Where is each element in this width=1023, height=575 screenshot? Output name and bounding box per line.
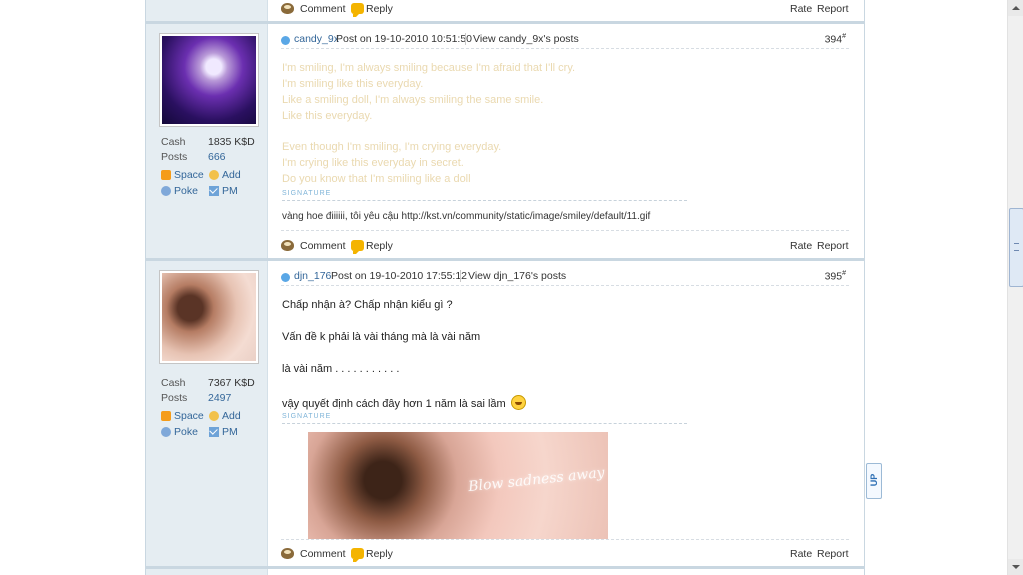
signature-image-caption: Blow sadness away [467, 464, 606, 496]
add-friend-icon [209, 411, 219, 421]
rate-link[interactable]: Rate [790, 546, 812, 562]
post-text-line: I'm smiling like this everyday. [282, 78, 424, 90]
poke-link[interactable]: Poke [161, 425, 198, 439]
cash-label: Cash [161, 377, 186, 389]
smiley-icon [510, 395, 526, 410]
post-floor-number[interactable]: 395# [825, 270, 846, 283]
post-floor-number[interactable]: 394# [825, 33, 846, 46]
poke-icon [161, 427, 171, 437]
post-text-line: I'm crying like this everyday in secret. [282, 157, 464, 169]
reply-link[interactable]: Reply [366, 238, 393, 254]
post-text-line: Do you know that I'm smiling like a doll [282, 173, 471, 185]
post-time: Post on 19-10-2010 17:55:12 [331, 270, 468, 282]
post-separator [146, 21, 864, 24]
reply-link[interactable]: Reply [366, 1, 393, 17]
posts-label: Posts [161, 151, 188, 163]
home-icon [161, 411, 171, 421]
post-header: djn_176 Post on 19-10-2010 17:55:12 View… [281, 269, 849, 286]
scroll-down-arrow-icon[interactable] [1008, 559, 1023, 575]
signature-text: vàng hoe điiiiii, tôi yêu cậu http://kst… [282, 211, 651, 222]
online-status-icon [281, 36, 290, 45]
posts-label: Posts [161, 392, 188, 404]
post-text-line: Chấp nhận à? Chấp nhận kiểu gì ? [282, 299, 453, 311]
view-author-posts-link[interactable]: View candy_9x's posts [465, 33, 579, 45]
divider [281, 539, 849, 540]
post-text-line: Like this everyday. [282, 110, 373, 122]
report-link[interactable]: Report [817, 546, 849, 562]
author-name[interactable]: candy_9x [294, 33, 339, 45]
cash-value: 1835 K$D [208, 136, 255, 148]
pm-link[interactable]: PM [209, 425, 238, 439]
rate-link[interactable]: Rate [790, 1, 812, 17]
poke-icon [161, 186, 171, 196]
reply-link[interactable]: Reply [366, 546, 393, 562]
scrollbar-thumb[interactable] [1009, 208, 1023, 287]
mail-icon [209, 427, 219, 437]
vertical-scrollbar[interactable] [1007, 0, 1023, 575]
post-separator [146, 566, 864, 569]
add-friend-link[interactable]: Add [209, 409, 241, 423]
post-separator [146, 258, 864, 261]
signature-divider: SIGNATURE [282, 190, 687, 201]
comment-link[interactable]: Comment [300, 546, 346, 562]
mail-icon [209, 186, 219, 196]
reply-icon [351, 240, 364, 254]
cash-label: Cash [161, 136, 186, 148]
post-text-line: I'm smiling, I'm always smiling because … [282, 62, 576, 74]
add-friend-link[interactable]: Add [209, 168, 241, 182]
posts-count[interactable]: 2497 [208, 392, 231, 404]
comment-icon [281, 240, 294, 251]
report-link[interactable]: Report [817, 1, 849, 17]
report-link[interactable]: Report [817, 238, 849, 254]
pm-link[interactable]: PM [209, 184, 238, 198]
reply-icon [351, 3, 364, 17]
scroll-up-arrow-icon[interactable] [1008, 0, 1023, 16]
post-text-line: vậy quyết định cách đây hơn 1 năm là sai… [282, 395, 526, 410]
avatar[interactable] [159, 33, 259, 127]
post-text-line: Even though I'm smiling, I'm crying ever… [282, 141, 502, 153]
space-link[interactable]: Space [161, 168, 204, 182]
signature-label: SIGNATURE [282, 413, 335, 420]
post-text-line: Like a smiling doll, I'm always smiling … [282, 94, 544, 106]
poke-link[interactable]: Poke [161, 184, 198, 198]
post-time: Post on 19-10-2010 10:51:50 [336, 33, 473, 45]
post-actions: Comment Reply Rate Report [281, 546, 849, 562]
signature-divider: SIGNATURE [282, 413, 687, 424]
post-actions-prev: Comment Reply Rate Report [281, 1, 849, 17]
comment-icon [281, 3, 294, 14]
posts-count[interactable]: 666 [208, 151, 226, 163]
signature-image: Blow sadness away [308, 432, 608, 539]
cash-value: 7367 K$D [208, 377, 255, 389]
back-to-top-button[interactable]: UP [866, 463, 882, 499]
comment-link[interactable]: Comment [300, 238, 346, 254]
post-text-line: Vấn đề k phải là vài tháng mà là vài năm [282, 331, 481, 343]
avatar[interactable] [159, 270, 259, 364]
space-link[interactable]: Space [161, 409, 204, 423]
home-icon [161, 170, 171, 180]
post-text-line: là vài năm . . . . . . . . . . . [282, 363, 400, 375]
rate-link[interactable]: Rate [790, 238, 812, 254]
up-label: UP [869, 473, 879, 487]
add-friend-icon [209, 170, 219, 180]
comment-icon [281, 548, 294, 559]
post-header: candy_9x Post on 19-10-2010 10:51:50 Vie… [281, 32, 849, 49]
post-actions: Comment Reply Rate Report [281, 238, 849, 254]
comment-link[interactable]: Comment [300, 1, 346, 17]
view-author-posts-link[interactable]: View djn_176's posts [460, 270, 566, 282]
author-name[interactable]: djn_176 [294, 270, 331, 282]
online-status-icon [281, 273, 290, 282]
signature-label: SIGNATURE [282, 190, 335, 197]
divider [281, 230, 849, 231]
reply-icon [351, 548, 364, 562]
